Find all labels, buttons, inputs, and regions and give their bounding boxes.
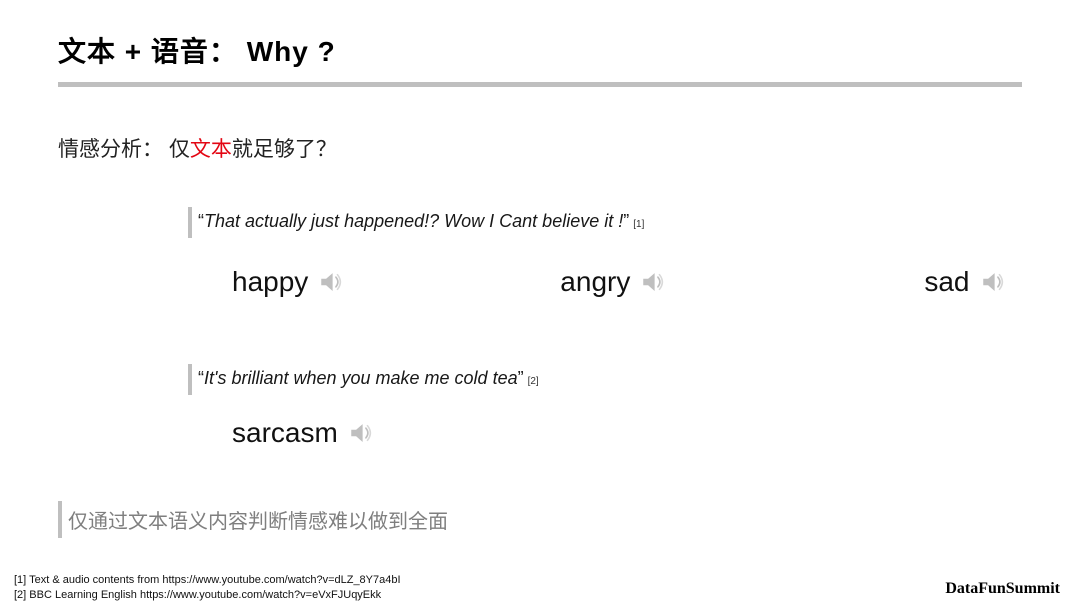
subtitle-highlight: 文本	[190, 138, 232, 161]
speaker-icon[interactable]	[348, 420, 374, 446]
emotion-row-1: happy angry sad	[188, 266, 1022, 298]
quote-block-1: “That actually just happened!? Wow I Can…	[188, 207, 1022, 298]
emotion-sarcasm-label: sarcasm	[232, 417, 338, 449]
title-divider	[58, 82, 1022, 87]
speaker-icon[interactable]	[980, 269, 1006, 295]
quote-ref-1: [1]	[633, 219, 644, 230]
quote-close: ”	[623, 211, 629, 231]
quote-bar	[188, 207, 192, 238]
emotion-sarcasm: sarcasm	[232, 417, 374, 449]
emotion-happy: happy	[232, 266, 344, 298]
quote-body: That actually just happened!? Wow I Cant…	[204, 211, 623, 231]
quote-ref-2: [2]	[528, 376, 539, 387]
conclusion-block: 仅通过文本语义内容判断情感难以做到全面	[58, 501, 448, 538]
references: [1] Text & audio contents from https://w…	[14, 573, 401, 602]
quote-body: It's brilliant when you make me cold tea	[204, 368, 518, 388]
quote-text-1: “That actually just happened!? Wow I Can…	[198, 207, 644, 238]
quote-block-2: “It's brilliant when you make me cold te…	[188, 364, 1022, 449]
emotion-happy-label: happy	[232, 266, 308, 298]
subtitle: 情感分析： 仅文本就足够了？	[58, 133, 1022, 163]
emotion-row-2: sarcasm	[232, 417, 1022, 449]
speaker-icon[interactable]	[640, 269, 666, 295]
conclusion-text: 仅通过文本语义内容判断情感难以做到全面	[68, 501, 448, 538]
emotion-sad: sad	[924, 266, 1005, 298]
emotion-angry-label: angry	[560, 266, 630, 298]
quote-close: ”	[518, 368, 524, 388]
emotion-sad-label: sad	[924, 266, 969, 298]
conclusion-bar	[58, 501, 62, 538]
speaker-icon[interactable]	[318, 269, 344, 295]
quote-text-2: “It's brilliant when you make me cold te…	[198, 364, 539, 395]
reference-2: [2] BBC Learning English https://www.you…	[14, 588, 401, 602]
reference-1: [1] Text & audio contents from https://w…	[14, 573, 401, 587]
subtitle-suffix: 就足够了？	[232, 138, 337, 161]
brand-watermark: DataFunSummit	[945, 580, 1060, 598]
slide-title: 文本 + 语音： Why ?	[58, 30, 1022, 70]
emotion-angry: angry	[560, 266, 666, 298]
subtitle-prefix: 情感分析： 仅	[58, 138, 190, 161]
quote-bar	[188, 364, 192, 395]
slide: 文本 + 语音： Why ? 情感分析： 仅文本就足够了？ “That actu…	[0, 0, 1080, 608]
